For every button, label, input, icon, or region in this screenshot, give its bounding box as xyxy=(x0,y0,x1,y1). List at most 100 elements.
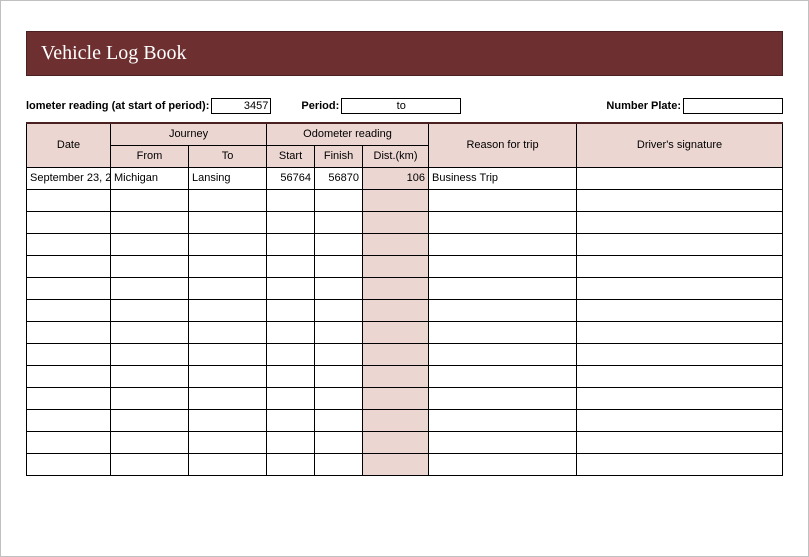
table-cell[interactable] xyxy=(315,255,363,277)
table-cell[interactable] xyxy=(189,387,267,409)
odometer-input[interactable] xyxy=(211,98,271,114)
table-cell[interactable] xyxy=(429,299,577,321)
table-cell[interactable] xyxy=(27,431,111,453)
table-cell[interactable]: Business Trip xyxy=(429,167,577,189)
table-cell[interactable] xyxy=(363,409,429,431)
table-cell[interactable] xyxy=(363,277,429,299)
table-cell[interactable] xyxy=(363,233,429,255)
table-cell[interactable] xyxy=(189,321,267,343)
table-cell[interactable] xyxy=(315,233,363,255)
table-cell[interactable] xyxy=(429,365,577,387)
table-cell[interactable] xyxy=(267,387,315,409)
table-cell[interactable] xyxy=(315,387,363,409)
table-cell[interactable] xyxy=(577,431,783,453)
table-cell[interactable] xyxy=(189,343,267,365)
table-cell[interactable] xyxy=(363,189,429,211)
table-cell[interactable] xyxy=(111,365,189,387)
table-cell[interactable] xyxy=(315,299,363,321)
table-cell[interactable] xyxy=(111,299,189,321)
table-cell[interactable] xyxy=(315,277,363,299)
table-cell[interactable] xyxy=(429,255,577,277)
table-cell[interactable] xyxy=(111,189,189,211)
table-cell[interactable] xyxy=(267,365,315,387)
table-cell[interactable] xyxy=(189,431,267,453)
table-cell[interactable] xyxy=(363,255,429,277)
table-cell[interactable] xyxy=(267,189,315,211)
table-cell[interactable] xyxy=(577,167,783,189)
table-cell[interactable] xyxy=(429,233,577,255)
table-cell[interactable] xyxy=(429,387,577,409)
table-cell[interactable] xyxy=(189,233,267,255)
table-cell[interactable] xyxy=(429,277,577,299)
table-cell[interactable] xyxy=(111,409,189,431)
table-cell[interactable] xyxy=(577,365,783,387)
table-cell[interactable] xyxy=(315,453,363,475)
table-cell[interactable] xyxy=(189,299,267,321)
table-cell[interactable] xyxy=(111,343,189,365)
table-cell[interactable] xyxy=(363,321,429,343)
table-cell[interactable] xyxy=(27,255,111,277)
table-cell[interactable] xyxy=(577,387,783,409)
table-cell[interactable] xyxy=(27,299,111,321)
table-cell[interactable] xyxy=(429,211,577,233)
table-cell[interactable] xyxy=(189,255,267,277)
table-cell[interactable] xyxy=(27,343,111,365)
table-cell[interactable] xyxy=(429,453,577,475)
table-cell[interactable] xyxy=(111,431,189,453)
table-cell[interactable] xyxy=(111,277,189,299)
table-cell[interactable] xyxy=(315,409,363,431)
table-cell[interactable] xyxy=(363,431,429,453)
table-cell[interactable] xyxy=(577,189,783,211)
table-cell[interactable] xyxy=(577,409,783,431)
table-cell[interactable] xyxy=(27,277,111,299)
table-cell[interactable] xyxy=(577,453,783,475)
table-cell[interactable] xyxy=(267,431,315,453)
table-cell[interactable] xyxy=(27,453,111,475)
table-cell[interactable] xyxy=(363,343,429,365)
table-cell[interactable] xyxy=(363,365,429,387)
table-cell[interactable] xyxy=(111,211,189,233)
table-cell[interactable] xyxy=(267,299,315,321)
table-cell[interactable] xyxy=(111,255,189,277)
table-cell[interactable] xyxy=(189,277,267,299)
table-cell[interactable] xyxy=(267,255,315,277)
table-cell[interactable] xyxy=(189,211,267,233)
table-cell[interactable]: Michigan xyxy=(111,167,189,189)
table-cell[interactable]: 106 xyxy=(363,167,429,189)
table-cell[interactable] xyxy=(267,409,315,431)
table-cell[interactable] xyxy=(363,211,429,233)
table-cell[interactable]: Lansing xyxy=(189,167,267,189)
table-cell[interactable] xyxy=(577,343,783,365)
table-cell[interactable] xyxy=(27,189,111,211)
table-cell[interactable] xyxy=(429,189,577,211)
table-cell[interactable]: 56870 xyxy=(315,167,363,189)
table-cell[interactable] xyxy=(189,453,267,475)
table-cell[interactable]: 56764 xyxy=(267,167,315,189)
table-cell[interactable] xyxy=(363,387,429,409)
table-cell[interactable] xyxy=(315,365,363,387)
table-cell[interactable] xyxy=(111,233,189,255)
table-cell[interactable] xyxy=(577,321,783,343)
table-cell[interactable] xyxy=(27,321,111,343)
table-cell[interactable] xyxy=(267,211,315,233)
table-cell[interactable] xyxy=(27,409,111,431)
table-cell[interactable] xyxy=(315,189,363,211)
number-plate-input[interactable] xyxy=(683,98,783,114)
table-cell[interactable] xyxy=(315,211,363,233)
table-cell[interactable] xyxy=(27,211,111,233)
table-cell[interactable] xyxy=(363,453,429,475)
table-cell[interactable] xyxy=(267,343,315,365)
table-cell[interactable] xyxy=(267,453,315,475)
table-cell[interactable] xyxy=(111,387,189,409)
table-cell[interactable] xyxy=(429,431,577,453)
table-cell[interactable] xyxy=(111,321,189,343)
table-cell[interactable] xyxy=(429,343,577,365)
table-cell[interactable] xyxy=(577,299,783,321)
table-cell[interactable] xyxy=(111,453,189,475)
table-cell[interactable] xyxy=(189,365,267,387)
table-cell[interactable] xyxy=(27,365,111,387)
table-cell[interactable] xyxy=(189,409,267,431)
table-cell[interactable] xyxy=(363,299,429,321)
table-cell[interactable] xyxy=(189,189,267,211)
table-cell[interactable] xyxy=(429,409,577,431)
